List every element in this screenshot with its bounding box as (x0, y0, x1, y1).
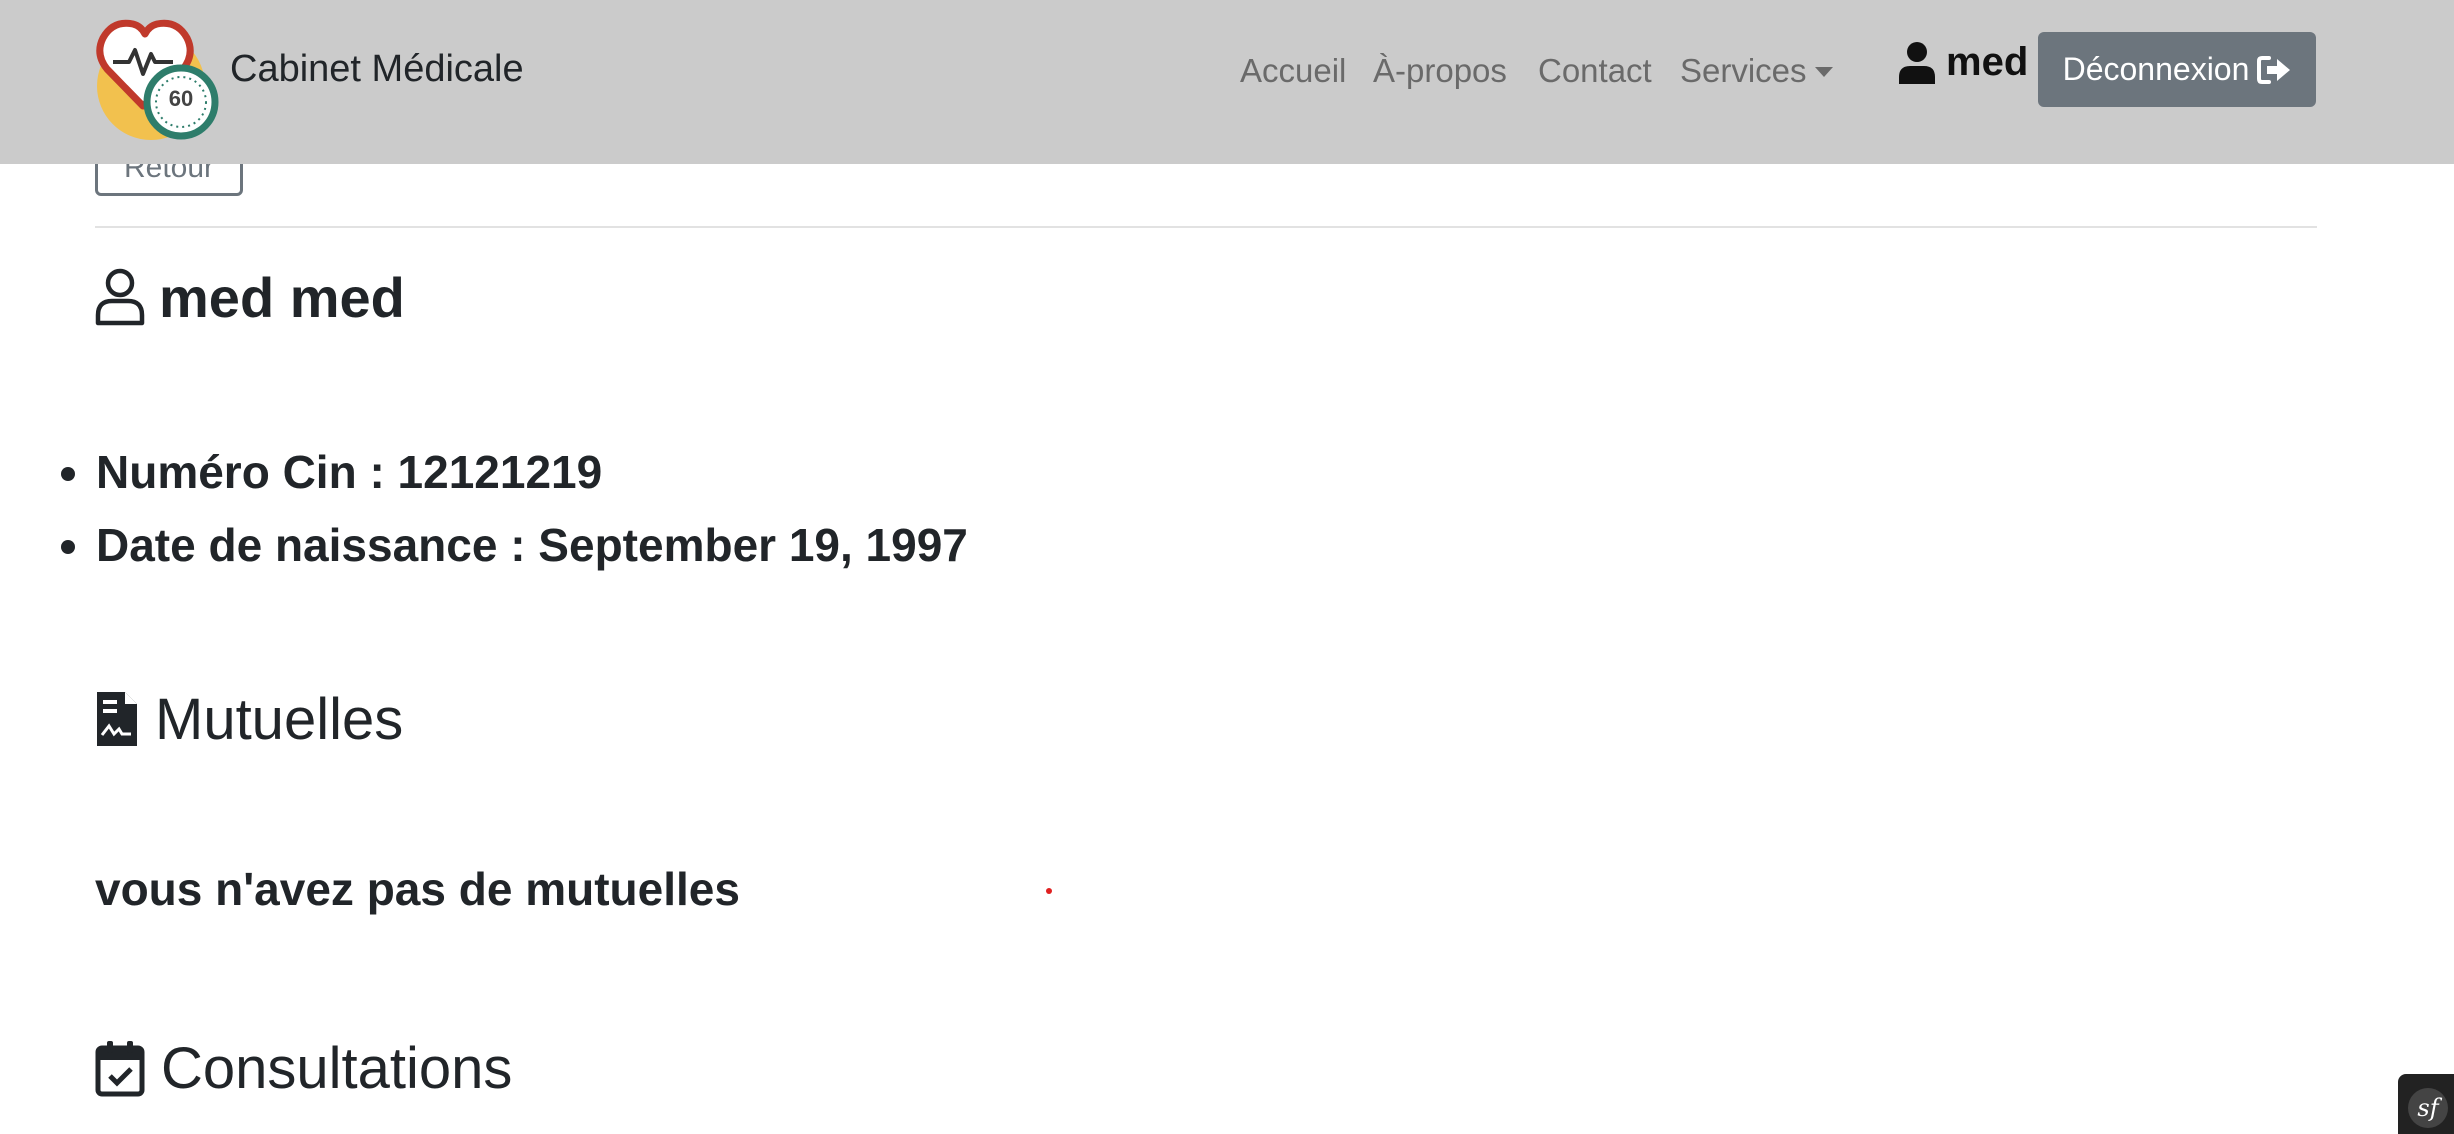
nav-services-dropdown[interactable]: Services (1680, 52, 1833, 90)
nav-contact[interactable]: Contact (1538, 52, 1652, 90)
nav-services-label: Services (1680, 52, 1807, 89)
user-icon (1899, 41, 1935, 84)
heart-clock-logo[interactable] (95, 14, 223, 142)
page-content: Retour med med Numéro Cin : 12121219 Dat… (0, 0, 2454, 1134)
user-outline-icon (95, 268, 145, 326)
logout-button[interactable]: Déconnexion (2038, 32, 2316, 107)
navbar: 60 Cabinet Médicale Accueil À-propos Con… (0, 0, 2454, 164)
brand-name[interactable]: Cabinet Médicale (230, 48, 524, 91)
logo-badge: 60 (168, 86, 194, 111)
mutuelles-title: Mutuelles (155, 686, 404, 752)
mutuelles-empty-message: vous n'avez pas de mutuelles (95, 863, 740, 915)
nav-apropos[interactable]: À-propos (1373, 52, 1507, 90)
divider (95, 226, 2317, 228)
symfony-icon: sf (2408, 1088, 2448, 1128)
caret-down-icon (1814, 67, 1833, 77)
calendar-check-icon (95, 1041, 145, 1097)
mutuelles-heading: Mutuelles (95, 684, 403, 754)
red-dot (1046, 888, 1052, 894)
cin-item: Numéro Cin : 12121219 (96, 436, 968, 509)
nav-accueil[interactable]: Accueil (1240, 52, 1346, 90)
consultations-title: Consultations (161, 1035, 513, 1101)
file-medical-icon (97, 692, 137, 746)
symfony-toolbar-toggle[interactable]: sf (2398, 1074, 2454, 1134)
consultations-heading: Consultations (95, 1030, 512, 1106)
sign-out-icon (2257, 55, 2291, 84)
logout-label: Déconnexion (2062, 51, 2250, 87)
current-user: med (1898, 40, 2028, 85)
patient-name: med med (159, 265, 405, 329)
user-name: med (1946, 40, 2029, 84)
birthdate-item: Date de naissance : September 19, 1997 (96, 509, 968, 582)
patient-name-heading: med med (95, 262, 405, 332)
patient-info-list: Numéro Cin : 12121219 Date de naissance … (0, 436, 968, 582)
